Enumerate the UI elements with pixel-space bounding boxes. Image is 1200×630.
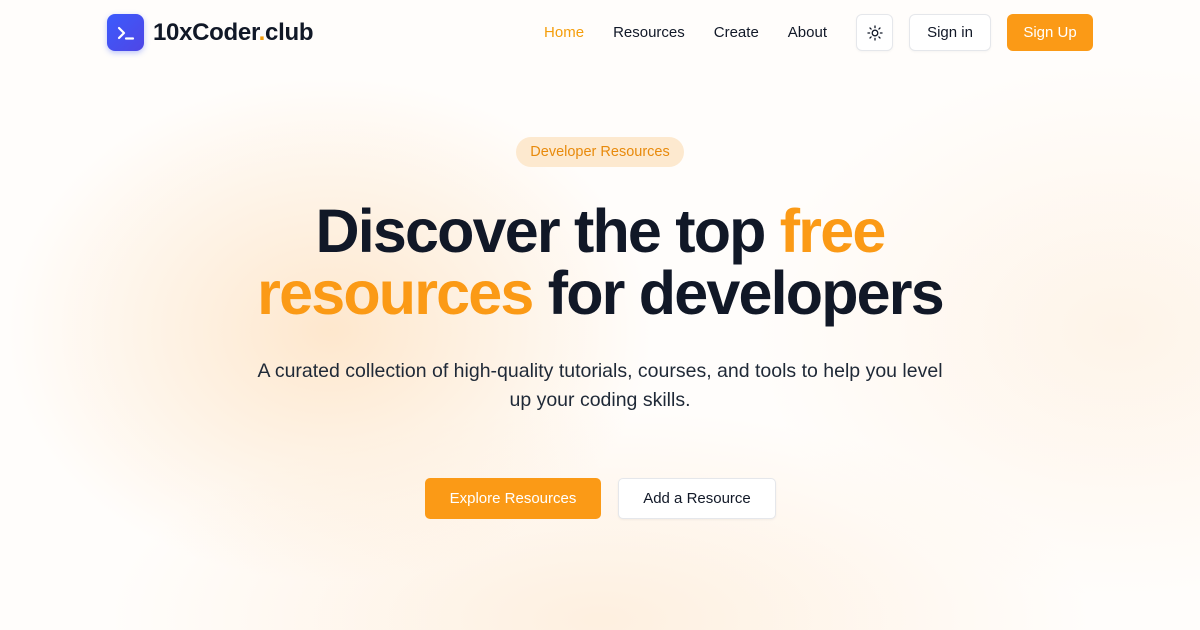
nav-link-create[interactable]: Create xyxy=(714,24,759,41)
hero-headline: Discover the top free resources for deve… xyxy=(0,200,1200,324)
nav-link-resources[interactable]: Resources xyxy=(613,24,685,41)
brand-logo[interactable]: 10xCoder.club xyxy=(107,14,313,51)
theme-toggle-button[interactable] xyxy=(856,14,893,51)
brand-name-main: 10xCoder xyxy=(153,18,259,46)
headline-accent-free: free xyxy=(779,197,886,265)
nav-link-home[interactable]: Home xyxy=(544,24,584,41)
explore-resources-button[interactable]: Explore Resources xyxy=(425,478,601,519)
terminal-prompt-icon xyxy=(107,14,144,51)
hero-subtext: A curated collection of high-quality tut… xyxy=(257,360,943,411)
brand-name-tld: club xyxy=(265,18,314,46)
top-nav: 10xCoder.club Home Resources Create Abou… xyxy=(107,14,1093,51)
hero-cta-row: Explore Resources Add a Resource xyxy=(425,478,776,519)
nav-links: Home Resources Create About Sign in Sign xyxy=(515,14,1093,51)
add-resource-button[interactable]: Add a Resource xyxy=(618,478,776,519)
headline-accent-resources: resources xyxy=(257,259,534,327)
sign-up-button[interactable]: Sign Up xyxy=(1007,14,1093,51)
headline-text-1: Discover the top xyxy=(315,197,780,265)
nav-link-about[interactable]: About xyxy=(788,24,827,41)
sign-in-button[interactable]: Sign in xyxy=(909,14,991,51)
headline-text-2: for developers xyxy=(532,259,945,327)
sun-icon xyxy=(866,24,883,41)
brand-name: 10xCoder.club xyxy=(153,19,313,47)
hero-badge: Developer Resources xyxy=(516,137,684,167)
